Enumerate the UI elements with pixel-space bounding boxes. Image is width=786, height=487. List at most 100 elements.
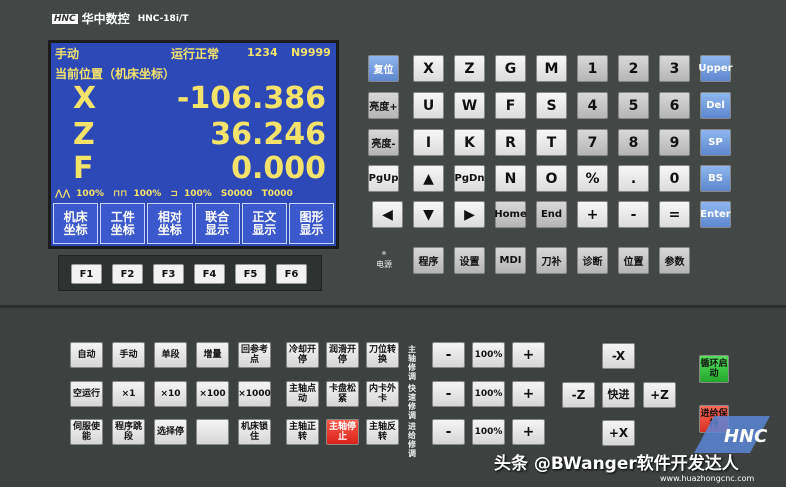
softkey-text-display[interactable]: 正文 显示 xyxy=(241,203,287,244)
step-x1000-button[interactable]: ×1000 xyxy=(238,381,271,407)
key-z[interactable]: Z xyxy=(454,55,485,82)
key-m[interactable]: M xyxy=(536,55,567,82)
jog-minus-z-button[interactable]: -Z xyxy=(562,382,595,408)
step-x100-button[interactable]: ×100 xyxy=(196,381,229,407)
f2-key[interactable]: F2 xyxy=(112,264,143,284)
key-g[interactable]: G xyxy=(495,55,526,82)
key-plus[interactable]: + xyxy=(577,201,608,228)
rapid-traverse-button[interactable]: 快进 xyxy=(602,382,635,408)
key-9[interactable]: 9 xyxy=(659,129,690,156)
key-o[interactable]: O xyxy=(536,165,567,192)
parameter-key[interactable]: 参数 xyxy=(659,247,690,274)
spindle-stop-button[interactable]: 主轴停止 xyxy=(326,419,359,445)
softkey-combined-display[interactable]: 联合 显示 xyxy=(194,203,240,244)
up-arrow-key[interactable]: ▲ xyxy=(413,165,444,192)
key-equals[interactable]: = xyxy=(659,201,690,228)
servo-enable-button[interactable]: 伺服使能 xyxy=(70,419,103,445)
f4-key[interactable]: F4 xyxy=(194,264,225,284)
key-u[interactable]: U xyxy=(413,92,444,119)
tool-change-button[interactable]: 刀位转换 xyxy=(366,342,399,368)
jog-plus-z-button[interactable]: +Z xyxy=(643,382,676,408)
sp-key[interactable]: SP xyxy=(700,129,731,156)
pgup-key[interactable]: PgUp xyxy=(368,165,399,192)
spindle-reverse-button[interactable]: 主轴反转 xyxy=(366,419,399,445)
softkey-machine-coord[interactable]: 机床 坐标 xyxy=(53,203,99,244)
key-n[interactable]: N xyxy=(495,165,526,192)
softkey-work-coord[interactable]: 工件 坐标 xyxy=(100,203,146,244)
jog-minus-x-button[interactable]: -X xyxy=(602,343,635,369)
step-x10-button[interactable]: ×10 xyxy=(154,381,187,407)
feed-override-plus[interactable]: + xyxy=(512,419,545,445)
pgdn-key[interactable]: PgDn xyxy=(454,165,485,192)
key-dot[interactable]: . xyxy=(618,165,649,192)
key-k[interactable]: K xyxy=(454,129,485,156)
key-t[interactable]: T xyxy=(536,129,567,156)
key-w[interactable]: W xyxy=(454,92,485,119)
machine-lock-button[interactable]: 机床锁住 xyxy=(238,419,271,445)
increment-button[interactable]: 增量 xyxy=(196,342,229,368)
setup-key[interactable]: 设置 xyxy=(454,247,485,274)
right-arrow-key[interactable]: ▶ xyxy=(454,201,485,228)
tool-offset-key[interactable]: 刀补 xyxy=(536,247,567,274)
reset-key[interactable]: 复位 xyxy=(368,55,399,82)
cycle-start-button[interactable]: 循环启动 xyxy=(699,355,729,383)
key-x[interactable]: X xyxy=(413,55,444,82)
key-0[interactable]: 0 xyxy=(659,165,690,192)
program-key[interactable]: 程序 xyxy=(413,247,444,274)
lubrication-button[interactable]: 润滑开停 xyxy=(326,342,359,368)
key-4[interactable]: 4 xyxy=(577,92,608,119)
diagnosis-key[interactable]: 诊断 xyxy=(577,247,608,274)
down-arrow-key[interactable]: ▼ xyxy=(413,201,444,228)
coolant-button[interactable]: 冷却开停 xyxy=(286,342,319,368)
spindle-jog-button[interactable]: 主轴点动 xyxy=(286,381,319,407)
key-f[interactable]: F xyxy=(495,92,526,119)
brightness-down-key[interactable]: 亮度- xyxy=(368,129,399,156)
chuck-button[interactable]: 卡盘松紧 xyxy=(326,381,359,407)
single-block-button[interactable]: 单段 xyxy=(154,342,187,368)
key-s[interactable]: S xyxy=(536,92,567,119)
home-return-button[interactable]: 回参考点 xyxy=(238,342,271,368)
left-arrow-key[interactable]: ◀ xyxy=(372,201,403,228)
mdi-key[interactable]: MDI xyxy=(495,247,526,274)
f5-key[interactable]: F5 xyxy=(235,264,266,284)
key-5[interactable]: 5 xyxy=(618,92,649,119)
key-i[interactable]: I xyxy=(413,129,444,156)
step-x1-button[interactable]: ×1 xyxy=(112,381,145,407)
del-key[interactable]: Del xyxy=(700,92,731,119)
f1-key[interactable]: F1 xyxy=(71,264,102,284)
feed-override-100[interactable]: 100% xyxy=(472,419,505,445)
rapid-override-minus[interactable]: - xyxy=(432,381,465,407)
bs-key[interactable]: BS xyxy=(700,165,731,192)
brightness-up-key[interactable]: 亮度+ xyxy=(368,92,399,119)
home-key[interactable]: Home xyxy=(494,201,527,228)
inner-outer-chuck-button[interactable]: 内卡外卡 xyxy=(366,381,399,407)
spindle-override-100[interactable]: 100% xyxy=(472,342,505,368)
spindle-override-plus[interactable]: + xyxy=(512,342,545,368)
blank-button[interactable] xyxy=(196,419,229,445)
auto-mode-button[interactable]: 自动 xyxy=(70,342,103,368)
jog-plus-x-button[interactable]: +X xyxy=(602,420,635,446)
softkey-graphic-display[interactable]: 图形 显示 xyxy=(288,203,335,244)
rapid-override-plus[interactable]: + xyxy=(512,381,545,407)
block-skip-button[interactable]: 程序跳段 xyxy=(112,419,145,445)
f6-key[interactable]: F6 xyxy=(276,264,307,284)
position-key[interactable]: 位置 xyxy=(618,247,649,274)
key-1[interactable]: 1 xyxy=(577,55,608,82)
end-key[interactable]: End xyxy=(536,201,567,228)
key-percent[interactable]: % xyxy=(577,165,608,192)
key-2[interactable]: 2 xyxy=(618,55,649,82)
optional-stop-button[interactable]: 选择停 xyxy=(154,419,187,445)
softkey-relative-coord[interactable]: 相对 坐标 xyxy=(147,203,193,244)
key-3[interactable]: 3 xyxy=(659,55,690,82)
key-r[interactable]: R xyxy=(495,129,526,156)
key-6[interactable]: 6 xyxy=(659,92,690,119)
manual-mode-button[interactable]: 手动 xyxy=(112,342,145,368)
key-8[interactable]: 8 xyxy=(618,129,649,156)
key-7[interactable]: 7 xyxy=(577,129,608,156)
key-minus[interactable]: - xyxy=(618,201,649,228)
f3-key[interactable]: F3 xyxy=(153,264,184,284)
upper-key[interactable]: Upper xyxy=(698,55,733,82)
feed-override-minus[interactable]: - xyxy=(432,419,465,445)
enter-key[interactable]: Enter xyxy=(700,201,731,228)
spindle-forward-button[interactable]: 主轴正转 xyxy=(286,419,319,445)
